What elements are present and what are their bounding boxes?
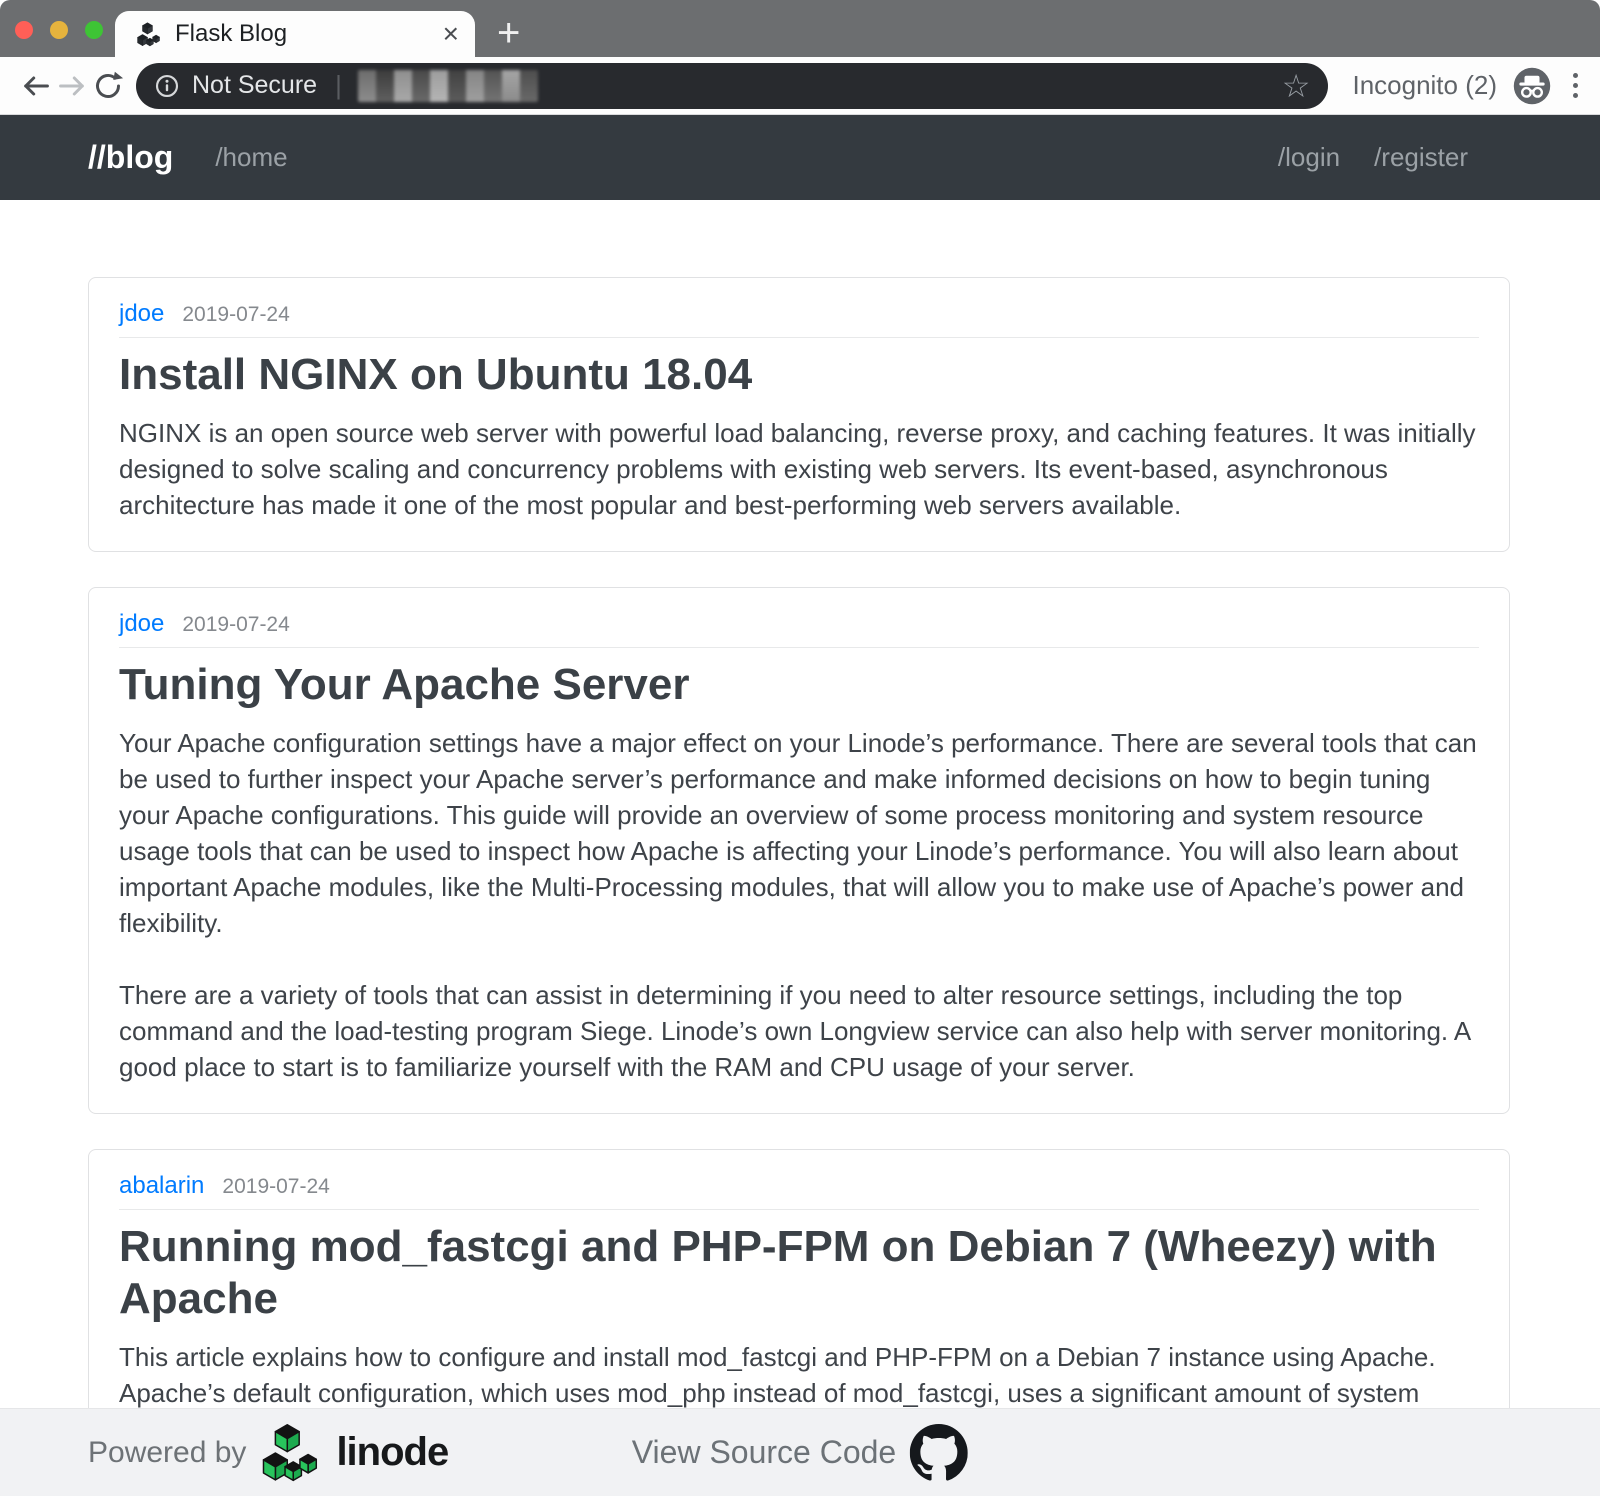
back-icon[interactable] (18, 68, 54, 104)
linode-logo-icon[interactable] (262, 1423, 320, 1483)
site-favicon-icon (137, 22, 161, 47)
post-excerpt: NGINX is an open source web server with … (119, 415, 1479, 523)
meta-divider (119, 337, 1479, 338)
post-title[interactable]: Running mod_fastcgi and PHP-FPM on Debia… (119, 1221, 1479, 1325)
info-icon[interactable] (154, 73, 180, 99)
post-card: jdoe 2019-07-24 Install NGINX on Ubuntu … (88, 277, 1510, 552)
post-date: 2019-07-24 (182, 613, 289, 637)
tab-strip: Flask Blog × + (0, 0, 1600, 57)
github-icon[interactable] (910, 1424, 968, 1482)
view-source-label[interactable]: View Source Code (632, 1434, 896, 1471)
incognito-label: Incognito (2) (1352, 70, 1497, 101)
close-window-button[interactable] (15, 21, 33, 39)
post-title[interactable]: Tuning Your Apache Server (119, 659, 1479, 711)
nav-link-home[interactable]: /home (215, 142, 287, 173)
browser-tab[interactable]: Flask Blog × (115, 11, 475, 57)
minimize-window-button[interactable] (50, 21, 68, 39)
redacted-url (358, 70, 538, 102)
tab-title: Flask Blog (175, 20, 443, 48)
address-bar[interactable]: Not Secure | ☆ (136, 63, 1328, 109)
nav-link-login[interactable]: /login (1278, 142, 1340, 173)
post-excerpt: There are a variety of tools that can as… (119, 977, 1479, 1085)
page-footer: Powered by linode (0, 1408, 1600, 1496)
powered-by: Powered by linode (88, 1423, 448, 1483)
incognito-avatar-icon[interactable] (1513, 67, 1551, 105)
browser-menu-icon[interactable] (1569, 69, 1582, 102)
close-tab-icon[interactable]: × (443, 20, 459, 48)
author-link[interactable]: jdoe (119, 300, 164, 328)
post-list: jdoe 2019-07-24 Install NGINX on Ubuntu … (0, 200, 1600, 1408)
author-link[interactable]: jdoe (119, 610, 164, 638)
url-separator: | (335, 70, 342, 101)
author-link[interactable]: abalarin (119, 1172, 204, 1200)
zoom-window-button[interactable] (85, 21, 103, 39)
post-card: jdoe 2019-07-24 Tuning Your Apache Serve… (88, 587, 1510, 1114)
bookmark-star-icon[interactable]: ☆ (1282, 67, 1311, 105)
meta-divider (119, 1209, 1479, 1210)
site-navbar: //blog /home /login /register (0, 115, 1600, 200)
post-card: abalarin 2019-07-24 Running mod_fastcgi … (88, 1149, 1510, 1408)
post-meta: jdoe 2019-07-24 (119, 610, 1479, 638)
window-controls (15, 21, 103, 39)
linode-wordmark[interactable]: linode (336, 1430, 448, 1475)
browser-toolbar: Not Secure | ☆ Incognito (2) (0, 57, 1600, 115)
post-excerpt: Your Apache configuration settings have … (119, 725, 1479, 941)
navbar-right: /login /register (1278, 142, 1468, 173)
powered-by-label: Powered by (88, 1436, 246, 1470)
security-status-label[interactable]: Not Secure (192, 71, 317, 100)
post-title[interactable]: Install NGINX on Ubuntu 18.04 (119, 349, 1479, 401)
view-source[interactable]: View Source Code (632, 1424, 968, 1482)
post-excerpt: This article explains how to configure a… (119, 1339, 1479, 1408)
browser-window: Flask Blog × + (0, 0, 1600, 1496)
post-meta: jdoe 2019-07-24 (119, 300, 1479, 328)
post-date: 2019-07-24 (182, 303, 289, 327)
nav-link-register[interactable]: /register (1374, 142, 1468, 173)
forward-icon[interactable] (54, 68, 90, 104)
navbar-brand[interactable]: //blog (88, 139, 173, 176)
new-tab-button[interactable]: + (497, 13, 520, 53)
post-meta: abalarin 2019-07-24 (119, 1172, 1479, 1200)
meta-divider (119, 647, 1479, 648)
reload-icon[interactable] (90, 68, 126, 104)
post-date: 2019-07-24 (222, 1175, 329, 1199)
